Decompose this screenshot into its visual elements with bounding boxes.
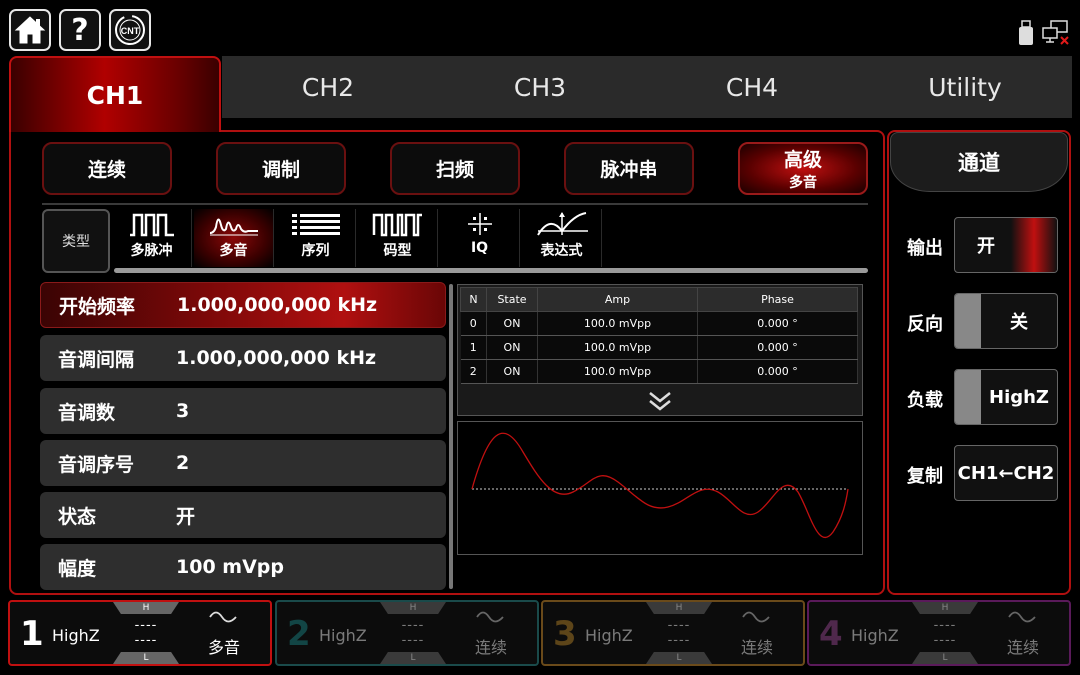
sine-wave-icon: [1008, 611, 1036, 623]
col-header-n: N: [460, 287, 487, 312]
help-icon: ?: [71, 12, 89, 48]
mode-divider: [42, 203, 868, 205]
mode-burst-button[interactable]: 脉冲串: [564, 142, 694, 195]
channel-mode: 连续: [741, 638, 774, 657]
table-row[interactable]: 0 ON 100.0 mVpp 0.000 °: [460, 311, 858, 336]
param-tone-spacing[interactable]: 音调间隔 1.000,000,000 kHz: [40, 335, 446, 381]
high-low-indicator: H ---- ---- L: [380, 602, 446, 664]
pattern-icon: [372, 213, 422, 237]
high-low-indicator: H ---- ---- L: [646, 602, 712, 664]
invert-toggle[interactable]: 关: [954, 293, 1058, 349]
high-low-indicator: H ---- ---- L: [113, 602, 179, 664]
type-multi-tone[interactable]: 多音: [194, 209, 274, 267]
usb-drive-icon: [1019, 20, 1033, 45]
multi-tone-icon: [209, 218, 258, 236]
channel-number: 2: [287, 614, 311, 654]
param-scrollbar[interactable]: [449, 284, 453, 589]
type-pattern[interactable]: 码型: [358, 209, 438, 267]
invert-label: 反向: [907, 314, 943, 335]
channel-1-card[interactable]: 1 HighZ H ---- ---- L 多音: [8, 600, 272, 666]
waveform-plot: [471, 432, 849, 539]
table-scroll-down-button[interactable]: [646, 390, 674, 416]
mode-advanced-button[interactable]: 高级 多音: [738, 142, 868, 195]
double-chevron-down-icon: [649, 392, 671, 411]
channel-load: HighZ: [851, 626, 899, 645]
tab-ch4[interactable]: CH4: [646, 56, 858, 118]
channel-load: HighZ: [319, 626, 367, 645]
multi-pulse-icon: [129, 213, 174, 237]
tab-utility[interactable]: Utility: [858, 56, 1072, 118]
channel-number: 3: [553, 614, 577, 654]
col-header-state: State: [486, 287, 538, 312]
channel-mode: 多音: [208, 638, 241, 657]
sine-wave-icon: [209, 611, 237, 623]
copy-channel-button[interactable]: CH1←CH2: [954, 445, 1058, 501]
channel-3-card[interactable]: 3 HighZ H ---- ---- L 连续: [541, 600, 805, 666]
channel-load: HighZ: [52, 626, 100, 645]
type-label: 类型: [42, 209, 110, 273]
param-tone-index[interactable]: 音调序号 2: [40, 440, 446, 486]
tab-ch3[interactable]: CH3: [434, 56, 646, 118]
type-scrollbar[interactable]: [114, 268, 868, 273]
output-toggle[interactable]: 开: [954, 217, 1058, 273]
channel-4-card[interactable]: 4 HighZ H ---- ---- L 连续: [807, 600, 1071, 666]
tone-table: N State Amp Phase 0 ON 100.0 mVpp 0.000 …: [460, 287, 858, 384]
param-amplitude[interactable]: 幅度 100 mVpp: [40, 544, 446, 590]
param-start-frequency[interactable]: 开始频率 1.000,000,000 kHz: [40, 282, 446, 328]
iq-icon: [467, 213, 492, 235]
network-disconnected-icon: [1042, 20, 1069, 45]
channel-settings-panel: [887, 130, 1071, 595]
mode-continuous-button[interactable]: 连续: [42, 142, 172, 195]
channel-mode: 连续: [1007, 638, 1040, 657]
output-label: 输出: [907, 238, 943, 259]
type-multi-pulse[interactable]: 多脉冲: [112, 209, 192, 267]
toggle-knob: [955, 294, 981, 348]
tab-ch1[interactable]: CH1: [9, 56, 221, 132]
param-tone-count[interactable]: 音调数 3: [40, 388, 446, 434]
home-button[interactable]: [9, 9, 51, 51]
sequence-icon: [291, 214, 340, 235]
channel-load: HighZ: [585, 626, 633, 645]
brand-logo-text: CNT: [121, 26, 140, 36]
type-iq[interactable]: IQ: [440, 209, 520, 267]
load-label: 负载: [907, 390, 943, 411]
tab-ch2[interactable]: CH2: [222, 56, 434, 118]
home-icon: [14, 16, 46, 44]
col-header-phase: Phase: [697, 287, 858, 312]
expression-icon: [536, 212, 588, 236]
param-state[interactable]: 状态 开: [40, 492, 446, 538]
mode-modulation-button[interactable]: 调制: [216, 142, 346, 195]
high-low-indicator: H ---- ---- L: [912, 602, 978, 664]
type-sequence[interactable]: 序列: [276, 209, 356, 267]
col-header-amp: Amp: [537, 287, 698, 312]
sine-wave-icon: [476, 611, 504, 623]
waveform-preview: [457, 421, 863, 555]
mode-sweep-button[interactable]: 扫频: [390, 142, 520, 195]
help-button[interactable]: ?: [59, 9, 101, 51]
channel-number: 4: [819, 614, 843, 654]
brand-logo-button[interactable]: CNT: [109, 9, 151, 51]
status-icons: [1018, 20, 1070, 46]
channel-number: 1: [20, 614, 44, 654]
table-row[interactable]: 1 ON 100.0 mVpp 0.000 °: [460, 335, 858, 360]
channel-panel-title: 通道: [890, 132, 1068, 192]
sine-wave-icon: [742, 611, 770, 623]
channel-2-card[interactable]: 2 HighZ H ---- ---- L 连续: [275, 600, 539, 666]
table-row[interactable]: 2 ON 100.0 mVpp 0.000 °: [460, 359, 858, 384]
brand-logo-icon: CNT: [115, 15, 145, 45]
top-bar: ? CNT: [0, 0, 1080, 56]
channel-mode: 连续: [475, 638, 508, 657]
load-toggle[interactable]: HighZ: [954, 369, 1058, 425]
copy-label: 复制: [907, 466, 943, 487]
type-expression[interactable]: 表达式: [522, 209, 602, 267]
toggle-knob: [955, 370, 981, 424]
